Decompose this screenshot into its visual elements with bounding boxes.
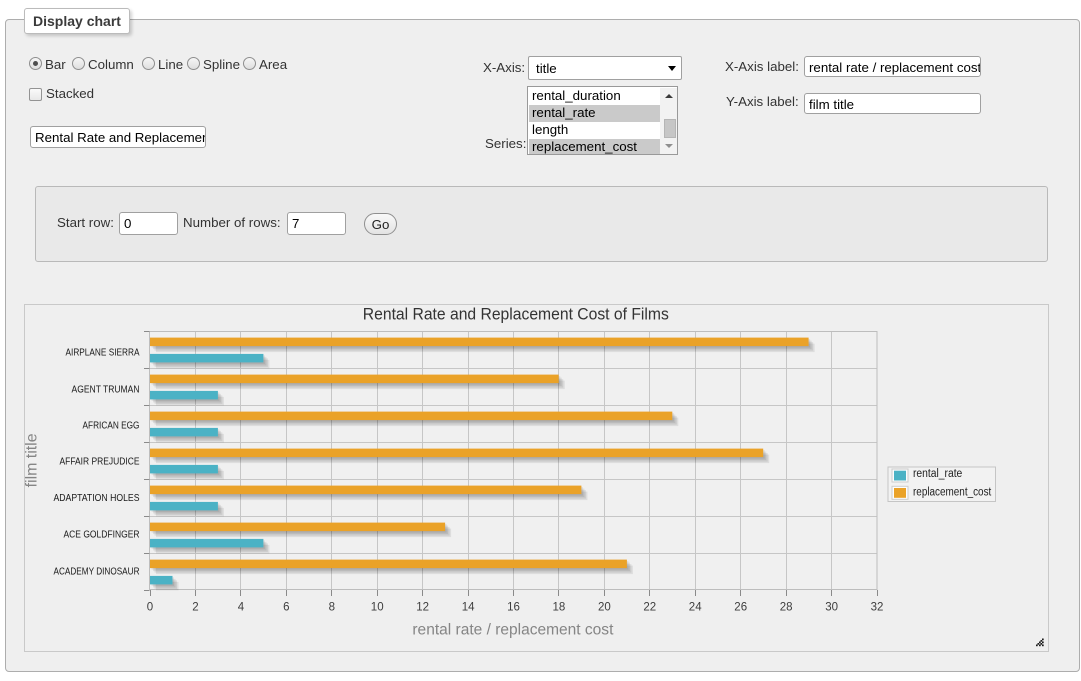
svg-text:ACADEMY DINOSAUR: ACADEMY DINOSAUR: [54, 567, 140, 578]
svg-text:32: 32: [871, 602, 884, 614]
svg-text:12: 12: [416, 602, 429, 614]
svg-text:Rental Rate and Replacement Co: Rental Rate and Replacement Cost of Film…: [363, 306, 669, 324]
svg-text:30: 30: [825, 602, 838, 614]
svg-text:AFFAIR PREJUDICE: AFFAIR PREJUDICE: [60, 457, 140, 468]
svg-text:6: 6: [283, 602, 289, 614]
svg-text:28: 28: [780, 602, 793, 614]
svg-text:10: 10: [371, 602, 384, 614]
svg-text:0: 0: [147, 602, 153, 614]
svg-text:ACE GOLDFINGER: ACE GOLDFINGER: [64, 529, 140, 540]
svg-text:replacement_cost: replacement_cost: [913, 486, 992, 498]
svg-text:ADAPTATION HOLES: ADAPTATION HOLES: [54, 493, 140, 504]
svg-text:2: 2: [192, 602, 198, 614]
svg-text:16: 16: [507, 602, 520, 614]
svg-text:film title: film title: [25, 433, 41, 487]
svg-text:26: 26: [734, 602, 747, 614]
svg-text:8: 8: [329, 602, 335, 614]
svg-text:24: 24: [689, 602, 702, 614]
svg-text:rental rate / replacement cost: rental rate / replacement cost: [412, 622, 614, 639]
svg-text:AIRPLANE SIERRA: AIRPLANE SIERRA: [66, 348, 140, 359]
svg-text:18: 18: [553, 602, 566, 614]
svg-text:AGENT TRUMAN: AGENT TRUMAN: [72, 384, 140, 395]
svg-text:20: 20: [598, 602, 611, 614]
svg-text:14: 14: [462, 602, 475, 614]
svg-text:22: 22: [643, 602, 656, 614]
svg-text:4: 4: [238, 602, 245, 614]
svg-text:AFRICAN EGG: AFRICAN EGG: [83, 421, 140, 432]
svg-text:rental_rate: rental_rate: [913, 468, 962, 480]
